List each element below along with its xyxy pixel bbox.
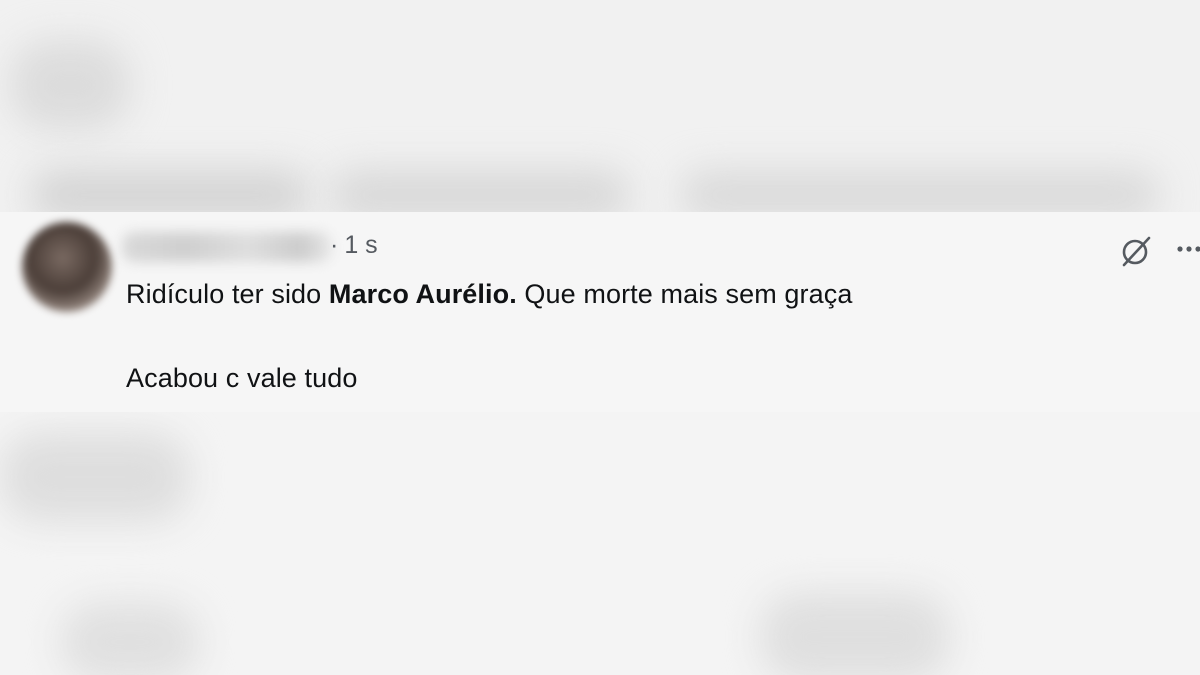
meta-separator: · (330, 231, 339, 259)
tweet-text-line-1: Ridículo ter sido Marco Aurélio. Que mor… (126, 279, 852, 310)
blurred-icon-shape (60, 602, 200, 675)
tweet-meta: · 1 s (330, 231, 378, 260)
blurred-previous-content (0, 0, 1200, 212)
username-blurred[interactable] (122, 232, 332, 262)
tweet-text-part: Ridículo ter sido (126, 279, 329, 309)
tweet-text-bold: Marco Aurélio. (328, 279, 517, 309)
blurred-text-shape (30, 170, 310, 212)
blurred-avatar-shape (10, 40, 130, 130)
blurred-text-shape (0, 432, 190, 522)
tweet-text-line-2: Acabou c vale tudo (126, 363, 358, 393)
tweet-text-part: Que morte mais sem graça (516, 279, 853, 309)
tweet[interactable]: · 1 s Ridículo ter sido Marco Aurélio. Qu… (0, 212, 1200, 412)
more-options-icon[interactable] (1174, 234, 1200, 264)
avatar[interactable] (22, 222, 112, 312)
grok-icon[interactable] (1118, 232, 1156, 270)
timestamp[interactable]: 1 s (344, 231, 377, 259)
blurred-next-content (0, 412, 1200, 675)
blurred-text-shape (330, 170, 630, 212)
blurred-text-shape (680, 170, 1160, 212)
blurred-icon-shape (760, 592, 950, 675)
screenshot-stage: · 1 s Ridículo ter sido Marco Aurélio. Qu… (0, 0, 1200, 675)
